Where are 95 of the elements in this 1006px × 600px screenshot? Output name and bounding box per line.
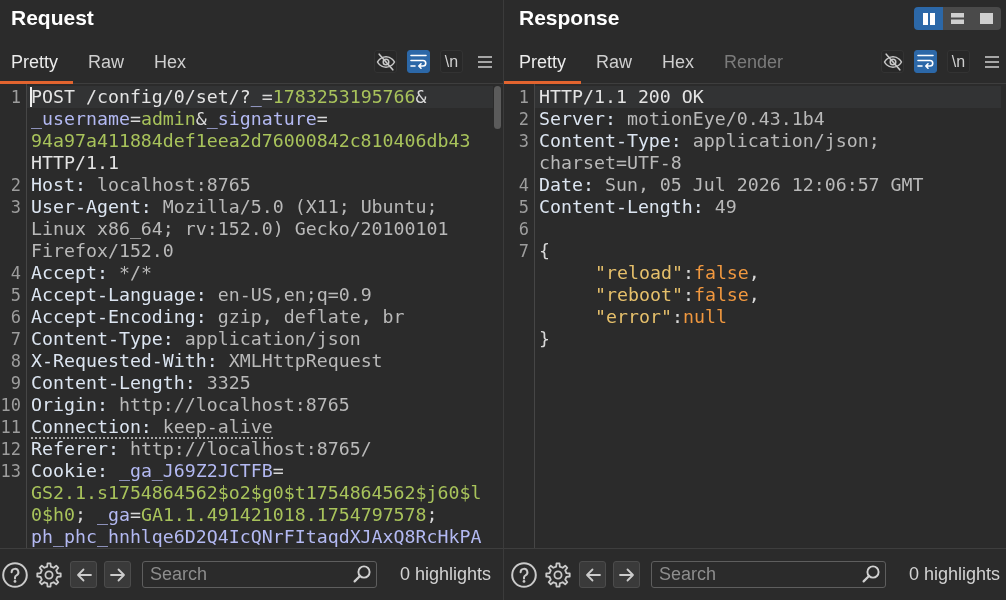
code-line: charset=UTF-8 bbox=[539, 152, 682, 173]
code-line: HTTP/1.1 bbox=[31, 152, 119, 173]
line-number: 13 bbox=[0, 461, 21, 481]
search-field[interactable]: Search bbox=[142, 561, 377, 588]
wrap-toggle[interactable] bbox=[914, 50, 937, 73]
code-line: GS2.1.s1754864562$o2$g0$t1754864562$j60$l bbox=[31, 482, 482, 503]
line-number: 1 bbox=[518, 87, 529, 107]
code-line: Host: localhost:8765 bbox=[31, 174, 251, 195]
code-line: 0$h0; _ga=GA1.1.491421018.1754797578; bbox=[31, 504, 438, 525]
line-number: 10 bbox=[0, 395, 21, 415]
code-line: User-Agent: Mozilla/5.0 (X11; Ubuntu; bbox=[31, 196, 438, 217]
panel-title: Request bbox=[11, 5, 94, 31]
menu-icon bbox=[984, 55, 999, 68]
line-number: 3 bbox=[518, 131, 529, 151]
code-line: ph_phc_hnhlqe6D2Q4IcQNrFItaqdXJAxQ8RcHkPA bbox=[31, 526, 482, 547]
tab[interactable]: Raw bbox=[581, 40, 648, 84]
panel-title: Response bbox=[519, 5, 620, 31]
code-line: Content-Type: application/json bbox=[31, 328, 361, 349]
back-button[interactable] bbox=[579, 561, 606, 588]
columns-icon bbox=[922, 12, 935, 25]
code-line: "error":null bbox=[595, 306, 727, 327]
code-line: Content-Length: 3325 bbox=[31, 372, 251, 393]
code-line: Referer: http://localhost:8765/ bbox=[31, 438, 372, 459]
code-line: _username=admin&_signature= bbox=[31, 108, 328, 129]
search-field[interactable]: Search bbox=[651, 561, 886, 588]
line-number: 5 bbox=[518, 197, 529, 217]
code-line: POST /config/0/set/?_=1783253195766& bbox=[31, 86, 427, 107]
line-number: 1 bbox=[10, 87, 21, 107]
settings-icon bbox=[545, 561, 571, 588]
line-number: 7 bbox=[10, 329, 21, 349]
search-icon bbox=[353, 565, 371, 583]
rows-icon bbox=[951, 13, 964, 24]
line-number: 4 bbox=[518, 175, 529, 195]
highlight-count: 0 highlights bbox=[909, 563, 1001, 586]
forward-button[interactable] bbox=[613, 561, 640, 588]
tab[interactable]: Raw bbox=[73, 40, 140, 84]
line-number: 2 bbox=[518, 109, 529, 129]
wrap-icon bbox=[917, 54, 934, 69]
line-number: 6 bbox=[10, 307, 21, 327]
code-line: Firefox/152.0 bbox=[31, 240, 174, 261]
help-icon bbox=[511, 561, 537, 588]
newline-toggle[interactable]: \n bbox=[440, 50, 463, 73]
line-number: 8 bbox=[10, 351, 21, 371]
search-icon bbox=[862, 565, 880, 583]
left-arrow-icon bbox=[584, 567, 601, 582]
visibility-toggle[interactable] bbox=[374, 50, 397, 73]
code-line: Content-Length: 49 bbox=[539, 196, 737, 217]
code-line: } bbox=[539, 328, 550, 349]
line-number: 5 bbox=[10, 285, 21, 305]
code-line: { bbox=[539, 240, 550, 261]
layout-toggle[interactable] bbox=[972, 7, 1001, 30]
code-line: Linux x86_64; rv:152.0) Gecko/20100101 bbox=[31, 218, 449, 239]
square-icon bbox=[980, 13, 993, 24]
code-line: Accept-Language: en-US,en;q=0.9 bbox=[31, 284, 372, 305]
code-line: 94a97a411884def1eea2d76000842c810406db43 bbox=[31, 130, 471, 151]
code-line: HTTP/1.1 200 OK bbox=[539, 86, 704, 107]
code-line: Accept: */* bbox=[31, 262, 152, 283]
back-button[interactable] bbox=[70, 561, 97, 588]
line-number: 2 bbox=[10, 175, 21, 195]
newline-toggle[interactable]: \n bbox=[947, 50, 970, 73]
code-line: X-Requested-With: XMLHttpRequest bbox=[31, 350, 383, 371]
eye-slash-icon bbox=[882, 52, 903, 71]
line-number: 7 bbox=[518, 241, 529, 261]
right-arrow-icon bbox=[618, 567, 635, 582]
line-number: 12 bbox=[0, 439, 21, 459]
eye-slash-icon bbox=[375, 52, 396, 71]
code-line: "reboot":false, bbox=[595, 284, 760, 305]
help-icon bbox=[2, 561, 28, 588]
highlight-count: 0 highlights bbox=[400, 563, 492, 586]
line-number: 6 bbox=[518, 219, 529, 239]
wrap-toggle[interactable] bbox=[407, 50, 430, 73]
tab[interactable]: Hex bbox=[647, 40, 710, 84]
scrollbar-thumb[interactable] bbox=[494, 86, 501, 129]
code-line: "reload":false, bbox=[595, 262, 760, 283]
line-number: 11 bbox=[0, 417, 21, 437]
visibility-toggle[interactable] bbox=[881, 50, 904, 73]
menu-icon bbox=[477, 55, 492, 68]
line-number: 9 bbox=[10, 373, 21, 393]
code-line: Cookie: _ga_J69Z2JCTFB= bbox=[31, 460, 284, 481]
code-line: Accept-Encoding: gzip, deflate, br bbox=[31, 306, 405, 327]
code-line: Date: Sun, 05 Jul 2026 12:06:57 GMT bbox=[539, 174, 924, 195]
line-number: 4 bbox=[10, 263, 21, 283]
line-number: 3 bbox=[10, 197, 21, 217]
code-line: Server: motionEye/0.43.1b4 bbox=[539, 108, 825, 129]
code-line: Origin: http://localhost:8765 bbox=[31, 394, 350, 415]
layout-toggle[interactable] bbox=[943, 7, 972, 30]
right-arrow-icon bbox=[109, 567, 126, 582]
wrap-icon bbox=[410, 54, 427, 69]
settings-icon bbox=[36, 561, 62, 588]
code-line: Connection: keep-alive bbox=[31, 416, 273, 439]
forward-button[interactable] bbox=[104, 561, 131, 588]
layout-toggle[interactable] bbox=[914, 7, 943, 30]
left-arrow-icon bbox=[75, 567, 92, 582]
code-line: Content-Type: application/json; bbox=[539, 130, 880, 151]
tab[interactable]: Hex bbox=[139, 40, 202, 84]
